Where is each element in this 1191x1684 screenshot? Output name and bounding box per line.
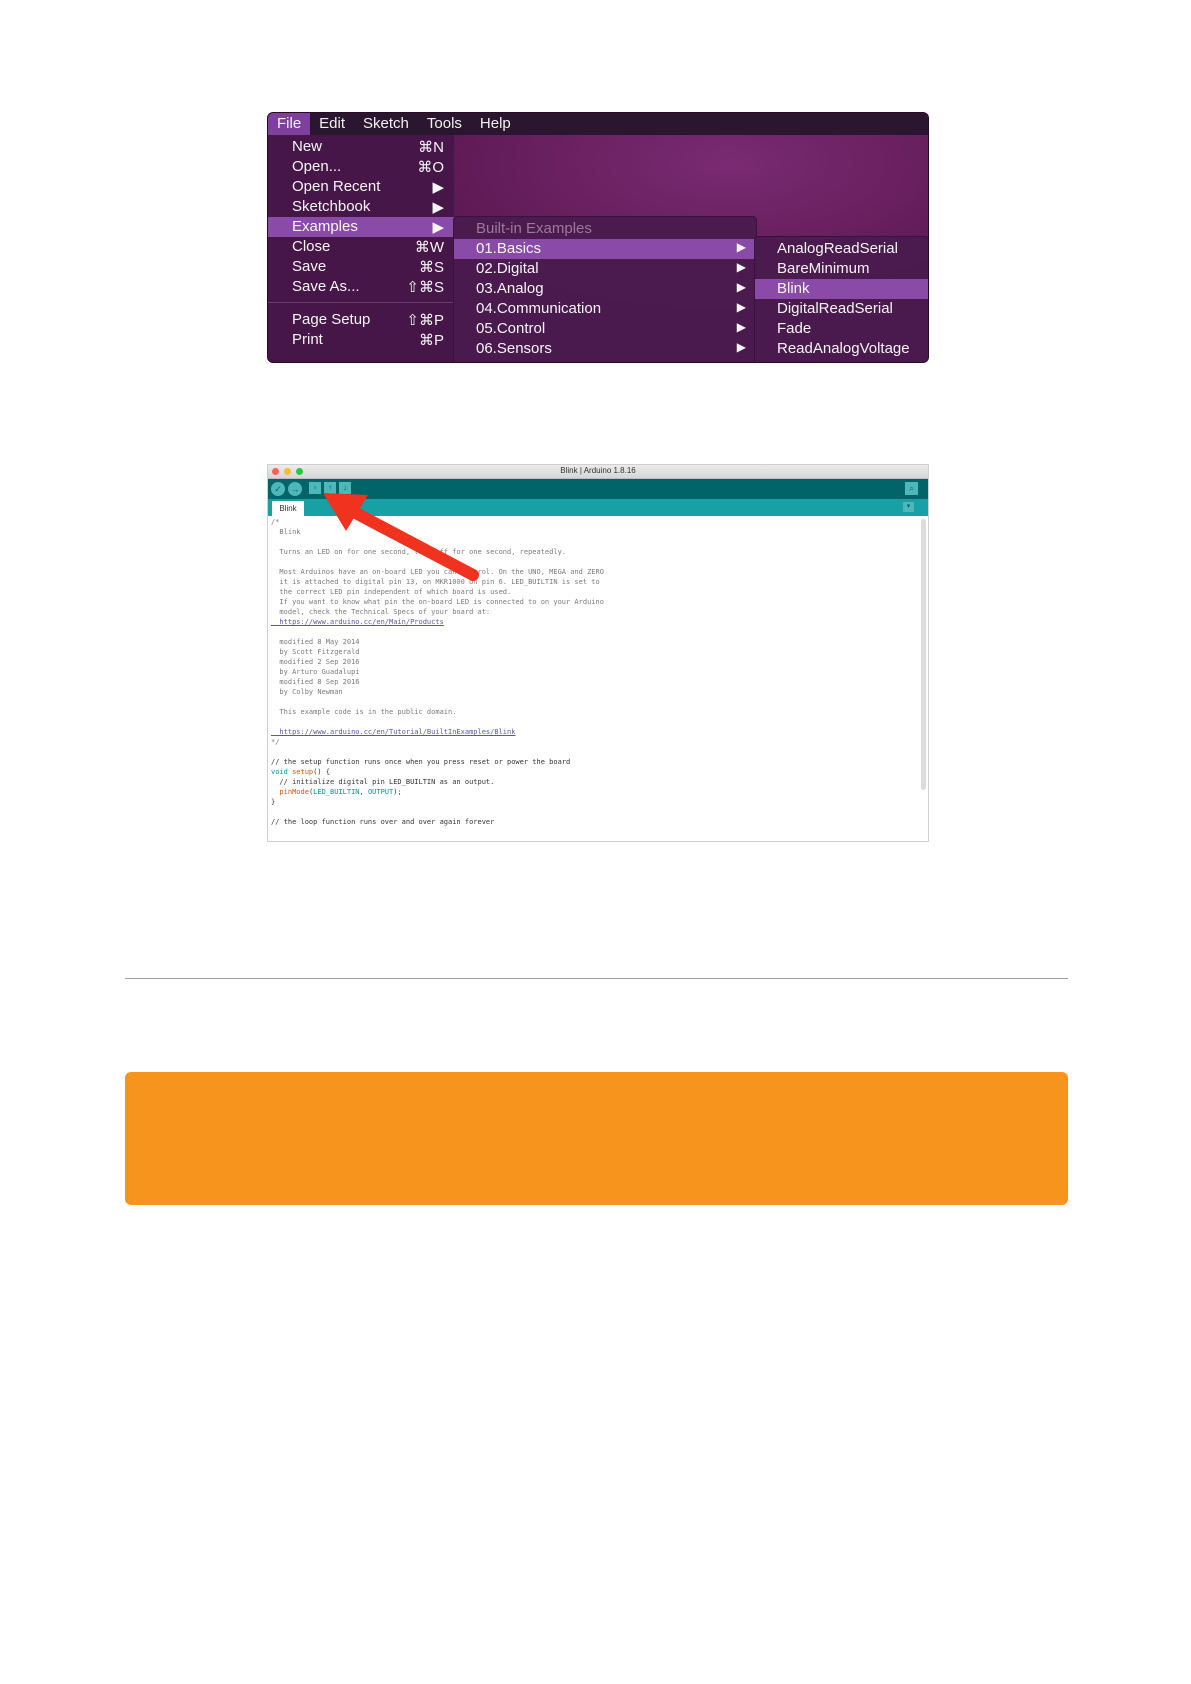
menu-item-shortcut: ⌘P <box>418 332 444 349</box>
menu-item-label: 06.Sensors <box>476 340 552 357</box>
examples-item-control[interactable]: 05.Control ▶ <box>454 319 756 339</box>
menu-item-label: Open Recent <box>292 178 381 195</box>
menu-item-label: New <box>292 138 323 155</box>
file-menu-item-open-recent[interactable]: Open Recent ▶ <box>268 177 454 197</box>
menu-item-label: Page Setup <box>292 311 371 328</box>
basics-item-analogreadserial[interactable]: AnalogReadSerial <box>755 239 928 259</box>
menu-sketch[interactable]: Sketch <box>354 113 418 135</box>
file-menu-item-open[interactable]: Open... ⌘O <box>268 157 454 177</box>
menu-bar: File Edit Sketch Tools Help <box>268 113 928 135</box>
file-menu-item-save[interactable]: Save ⌘S <box>268 257 454 277</box>
examples-item-analog[interactable]: 03.Analog ▶ <box>454 279 756 299</box>
menu-item-label: 01.Basics <box>476 240 542 257</box>
menu-item-label: Close <box>292 238 331 255</box>
submenu-arrow-icon: ▶ <box>432 199 444 216</box>
menu-item-shortcut: ⌘N <box>418 139 444 156</box>
submenu-arrow-icon: ▶ <box>432 219 444 236</box>
file-menu-item-new[interactable]: New ⌘N <box>268 137 454 157</box>
file-menu: New ⌘N Open... ⌘O Open Recent ▶ Sketchbook ▶… <box>268 135 454 362</box>
examples-item-digital[interactable]: 02.Digital ▶ <box>454 259 756 279</box>
submenu-arrow-icon: ▶ <box>736 300 746 314</box>
notice-box <box>125 1072 1068 1205</box>
basics-item-fade[interactable]: Fade <box>755 319 928 339</box>
file-menu-item-examples[interactable]: Examples ▶ <box>268 217 454 237</box>
examples-item-communication[interactable]: 04.Communication ▶ <box>454 299 756 319</box>
submenu-arrow-icon: ▶ <box>736 260 746 274</box>
basics-item-readanalogvoltage[interactable]: ReadAnalogVoltage <box>755 339 928 359</box>
menu-item-label: 02.Digital <box>476 260 539 277</box>
submenu-arrow-icon: ▶ <box>736 280 746 294</box>
menu-item-label: Print <box>292 331 323 348</box>
menu-item-shortcut: ⌘O <box>417 159 444 176</box>
menu-item-label: Save As... <box>292 278 360 295</box>
menu-item-label: Save <box>292 258 327 275</box>
basics-item-blink[interactable]: Blink <box>755 279 928 299</box>
menu-item-shortcut: ⇧⌘P <box>406 312 444 329</box>
examples-item-sensors[interactable]: 06.Sensors ▶ <box>454 339 756 359</box>
menu-separator <box>268 302 454 303</box>
menu-edit[interactable]: Edit <box>310 113 354 135</box>
menu-item-shortcut: ⌘W <box>414 239 444 256</box>
file-menu-item-save-as[interactable]: Save As... ⇧⌘S <box>268 277 454 297</box>
menu-item-label: Sketchbook <box>292 198 371 215</box>
menu-file[interactable]: File <box>268 113 311 135</box>
horizontal-divider <box>125 978 1068 979</box>
menu-tools[interactable]: Tools <box>418 113 471 135</box>
menu-item-label: Open... <box>292 158 342 175</box>
menu-help[interactable]: Help <box>471 113 520 135</box>
basics-submenu: AnalogReadSerial BareMinimum Blink Digit… <box>754 236 928 362</box>
file-menu-item-print[interactable]: Print ⌘P <box>268 330 454 350</box>
menu-screenshot: File Edit Sketch Tools Help New ⌘N Open..… <box>267 112 929 363</box>
submenu-arrow-icon: ▶ <box>736 320 746 334</box>
menu-item-label: 04.Communication <box>476 300 602 317</box>
file-menu-item-close[interactable]: Close ⌘W <box>268 237 454 257</box>
menu-item-label: Examples <box>292 218 358 235</box>
file-menu-item-page-setup[interactable]: Page Setup ⇧⌘P <box>268 310 454 330</box>
menu-item-label: 05.Control <box>476 320 546 337</box>
file-menu-item-sketchbook[interactable]: Sketchbook ▶ <box>268 197 454 217</box>
submenu-arrow-icon: ▶ <box>432 179 444 196</box>
red-arrow-icon <box>323 493 479 581</box>
basics-item-bareminimum[interactable]: BareMinimum <box>755 259 928 279</box>
submenu-arrow-icon: ▶ <box>736 240 746 254</box>
menu-item-label: 03.Analog <box>476 280 544 297</box>
ide-screenshot: Blink | Arduino 1.8.16 ✓ → ▫ ↑ ↓ ⌕ Blink… <box>267 464 929 842</box>
submenu-arrow-icon: ▶ <box>736 340 746 354</box>
examples-item-basics[interactable]: 01.Basics ▶ <box>454 239 756 259</box>
examples-header: Built-in Examples <box>476 220 592 237</box>
menu-item-shortcut: ⌘S <box>418 259 444 276</box>
examples-submenu: Built-in Examples 01.Basics ▶ 02.Digital ▶… <box>453 216 757 362</box>
basics-item-digitalreadserial[interactable]: DigitalReadSerial <box>755 299 928 319</box>
menu-item-shortcut: ⇧⌘S <box>406 279 444 296</box>
